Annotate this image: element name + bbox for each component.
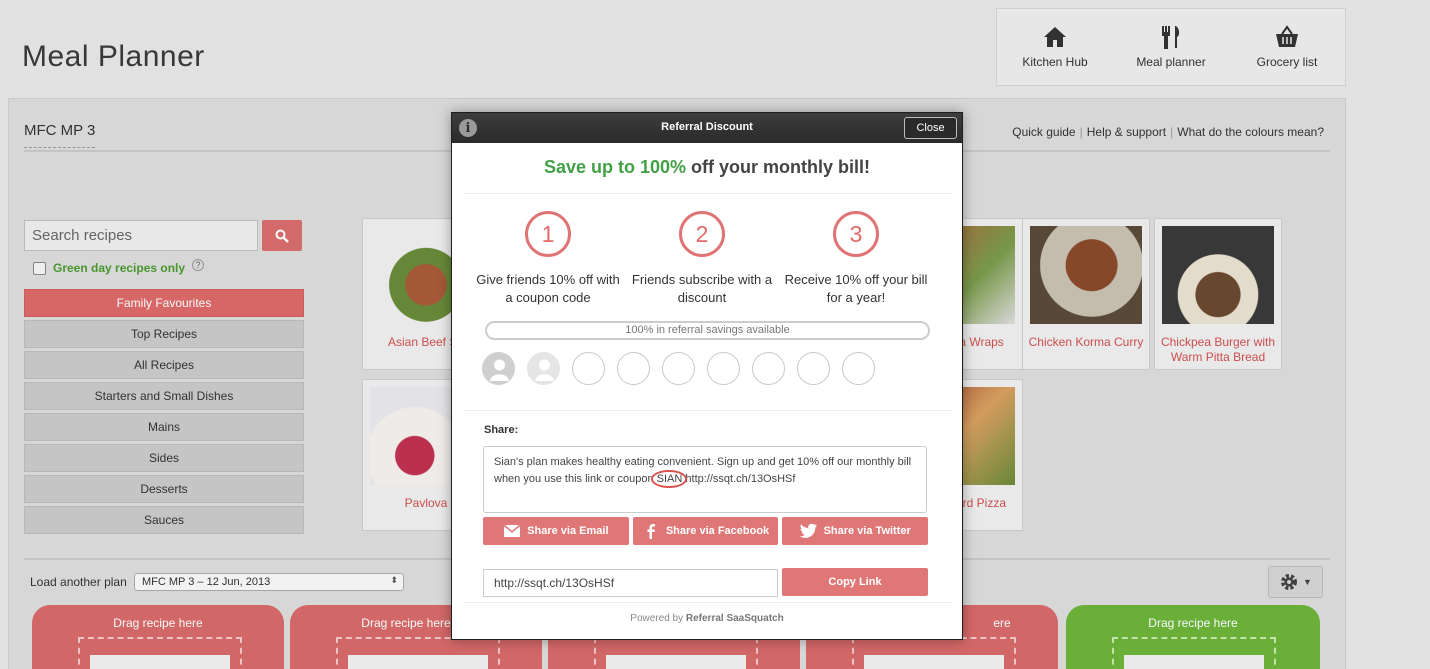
headline-accent: Save up to 100% <box>543 157 687 177</box>
avatar-slot <box>617 352 650 385</box>
button-label: Share via Email <box>527 525 609 537</box>
referral-avatars <box>482 352 875 385</box>
share-message-textarea[interactable]: Sian's plan makes healthy eating conveni… <box>483 446 927 513</box>
avatar-slot <box>752 352 785 385</box>
share-twitter-button[interactable]: Share via Twitter <box>782 517 929 545</box>
button-label: Share via Facebook <box>665 525 770 537</box>
avatar-slot <box>842 352 875 385</box>
powered-by: Powered by Referral SaaSquatch <box>452 613 962 624</box>
avatar-slot <box>572 352 605 385</box>
avatar-slot <box>707 352 740 385</box>
share-buttons: Share via Email Share via Facebook Share… <box>483 517 929 545</box>
share-email-button[interactable]: Share via Email <box>483 517 629 545</box>
referral-link-input[interactable]: http://ssqt.ch/13OsHSf <box>483 569 778 597</box>
step-text: Give friends 10% off with a coupon code <box>476 272 620 305</box>
twitter-icon <box>799 523 817 538</box>
step-text: Friends subscribe with a discount <box>631 272 773 305</box>
modal-header: i Referral Discount Close <box>452 113 962 143</box>
envelope-icon <box>503 524 521 537</box>
powered-prefix: Powered by <box>630 613 686 624</box>
step-text: Receive 10% off your bill for a year! <box>784 272 928 305</box>
divider <box>464 410 952 411</box>
copy-link-button[interactable]: Copy Link <box>782 568 928 596</box>
avatar-icon <box>482 352 515 385</box>
share-facebook-button[interactable]: Share via Facebook <box>632 517 779 545</box>
headline: Save up to 100% off your monthly bill! <box>452 157 962 178</box>
button-label: Share via Twitter <box>823 525 911 537</box>
step-number: 3 <box>833 211 879 257</box>
avatar-icon <box>527 352 560 385</box>
modal-title: Referral Discount <box>661 121 753 133</box>
close-button[interactable]: Close <box>904 117 957 139</box>
powered-brand-link[interactable]: Referral SaaSquatch <box>686 613 784 624</box>
step-number: 1 <box>525 211 571 257</box>
step-2: 2 Friends subscribe with a discount <box>627 211 777 307</box>
share-label: Share: <box>484 424 519 436</box>
referral-modal: i Referral Discount Close Save up to 100… <box>451 112 963 640</box>
divider <box>464 193 952 194</box>
referral-progress-bar: 100% in referral savings available <box>485 321 930 340</box>
step-3: 3 Receive 10% off your bill for a year! <box>781 211 931 307</box>
step-number: 2 <box>679 211 725 257</box>
facebook-icon <box>647 524 655 539</box>
avatar-slot <box>797 352 830 385</box>
headline-rest: off your monthly bill! <box>686 157 871 177</box>
coupon-code: SIAN <box>656 473 683 485</box>
share-text-part: http://ssqt.ch/13OsHSf <box>682 473 796 485</box>
step-1: 1 Give friends 10% off with a coupon cod… <box>473 211 623 307</box>
divider <box>464 602 952 603</box>
avatar-slot <box>662 352 695 385</box>
